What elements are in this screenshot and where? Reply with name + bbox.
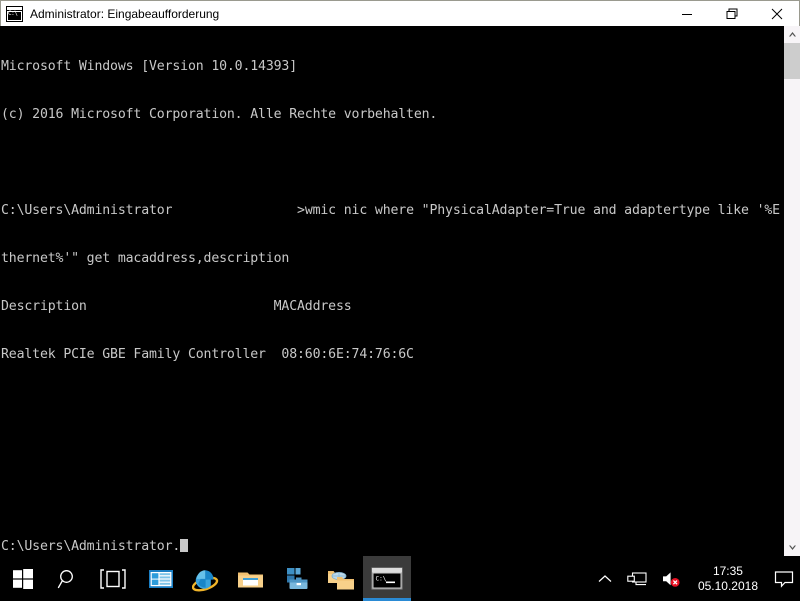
redacted-text xyxy=(172,203,298,219)
console-line: (c) 2016 Microsoft Corporation. Alle Rec… xyxy=(1,107,438,122)
taskbar-item-command-prompt[interactable]: C:\ xyxy=(363,556,411,601)
console-cursor xyxy=(180,539,189,552)
scrollbar-track[interactable] xyxy=(784,79,800,539)
network-icon xyxy=(627,572,647,586)
notification-icon xyxy=(774,570,794,588)
start-button[interactable] xyxy=(0,556,45,601)
windows-logo-icon xyxy=(12,568,33,589)
clock-date: 05.10.2018 xyxy=(697,578,758,593)
restore-button[interactable] xyxy=(709,1,754,26)
window-title: Administrator: Eingabeaufforderung xyxy=(30,6,220,21)
scroll-up-arrow-icon xyxy=(788,32,796,37)
taskbar-spacer xyxy=(411,556,590,601)
show-hidden-icons-button[interactable] xyxy=(590,556,620,601)
minimize-icon xyxy=(681,13,692,15)
final-prompt-path: C:\Users\Administrator. xyxy=(1,539,181,554)
console-line: Realtek PCIe GBE Family Controller 08:60… xyxy=(1,347,414,362)
volume-muted-icon xyxy=(662,571,680,587)
console-command-wrap: thernet%'" get macaddress,description xyxy=(1,251,290,266)
network-folder-icon xyxy=(327,570,354,589)
internet-explorer-icon xyxy=(191,569,218,591)
command-prompt-window: C:\ Administrator: Eingabeaufforderung M… xyxy=(0,0,800,557)
taskbar-item-file-explorer[interactable] xyxy=(228,556,273,601)
cmd-icon-text: C:\ xyxy=(8,9,18,17)
console-output[interactable]: Microsoft Windows [Version 10.0.14393] (… xyxy=(1,26,784,557)
file-explorer-icon xyxy=(238,572,263,587)
close-button[interactable] xyxy=(754,1,799,26)
svg-text:C:\: C:\ xyxy=(376,575,387,582)
task-view-button[interactable] xyxy=(90,556,135,601)
search-icon xyxy=(57,569,73,588)
search-button[interactable] xyxy=(45,556,90,601)
clock[interactable]: 17:35 05.10.2018 xyxy=(688,556,768,601)
tools-icon xyxy=(286,567,307,589)
minimize-button[interactable] xyxy=(664,1,709,26)
task-view-icon xyxy=(99,568,126,589)
scroll-up-button[interactable] xyxy=(784,26,800,43)
scroll-down-button[interactable] xyxy=(784,539,800,556)
prompt-chevron: > xyxy=(297,203,305,218)
console-command: wmic nic where "PhysicalAdapter=True and… xyxy=(304,203,780,218)
cmd-icon: C:\ xyxy=(6,5,23,22)
window-controls xyxy=(664,1,799,26)
close-icon xyxy=(771,8,782,19)
chevron-up-icon xyxy=(598,574,612,582)
scrollbar-thumb[interactable] xyxy=(784,43,800,79)
action-center-button[interactable] xyxy=(768,556,800,601)
console-scrollbar[interactable] xyxy=(783,26,800,556)
taskbar-item-server-manager[interactable] xyxy=(138,556,183,601)
network-status-button[interactable] xyxy=(620,556,654,601)
prompt-path: C:\Users\Administrator xyxy=(1,203,173,218)
desktop-screen: C:\ Administrator: Eingabeaufforderung M… xyxy=(0,0,800,601)
console-final-prompt: C:\Users\Administrator. xyxy=(1,539,784,555)
command-prompt-icon: C:\ xyxy=(371,567,403,589)
console-line: Microsoft Windows [Version 10.0.14393] xyxy=(1,59,298,74)
server-manager-icon xyxy=(148,569,173,588)
taskbar-item-tools[interactable] xyxy=(273,556,318,601)
taskbar-item-internet-explorer[interactable] xyxy=(183,556,228,601)
console-line: Description MACAddress xyxy=(1,299,352,314)
window-titlebar[interactable]: C:\ Administrator: Eingabeaufforderung xyxy=(0,0,800,26)
volume-button[interactable] xyxy=(654,556,688,601)
taskbar-app-list: C:\ xyxy=(138,556,411,601)
console-prompt-line: C:\Users\Administrator >wmic nic where "… xyxy=(1,203,784,219)
system-tray: 17:35 05.10.2018 xyxy=(590,556,800,601)
clock-time: 17:35 xyxy=(712,563,743,578)
taskbar: C:\ 17:35 05.10.2018 xyxy=(0,556,800,601)
taskbar-item-network-folder[interactable] xyxy=(318,556,363,601)
console-area: Microsoft Windows [Version 10.0.14393] (… xyxy=(0,26,800,557)
restore-icon xyxy=(726,8,737,19)
scroll-down-arrow-icon xyxy=(788,545,796,550)
